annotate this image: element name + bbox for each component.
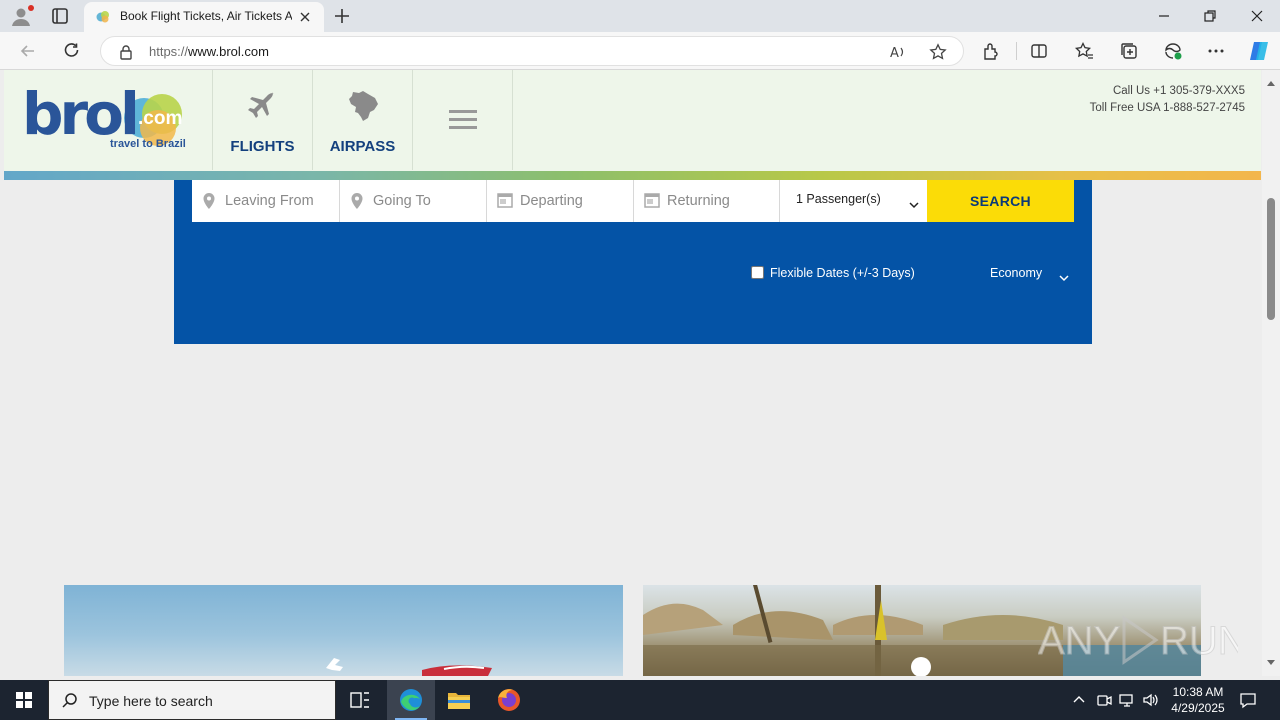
lock-icon[interactable] bbox=[119, 44, 133, 60]
browser-essentials-icon[interactable] bbox=[1163, 41, 1183, 61]
passengers-select[interactable]: 1 Passenger(s) bbox=[780, 180, 927, 222]
plane-icon bbox=[246, 88, 280, 127]
search-icon bbox=[61, 692, 79, 715]
extensions-icon[interactable] bbox=[981, 41, 1001, 61]
new-tab-icon[interactable] bbox=[332, 6, 352, 26]
chevron-down-icon[interactable] bbox=[1058, 269, 1070, 287]
restore-icon[interactable] bbox=[1200, 6, 1220, 26]
departing-date-input[interactable]: Departing bbox=[487, 180, 634, 222]
meet-now-icon[interactable] bbox=[1095, 691, 1113, 709]
map-pin-icon bbox=[350, 192, 364, 215]
scroll-up-arrow-icon[interactable] bbox=[1266, 74, 1276, 92]
collections-icon[interactable] bbox=[1119, 41, 1139, 61]
watermark-logo: ANY RUN bbox=[1038, 610, 1247, 670]
browser-tab-bar: Book Flight Tickets, Air Tickets Ai bbox=[0, 0, 1280, 32]
header-color-stripe bbox=[4, 171, 1261, 180]
notification-icon[interactable] bbox=[1238, 690, 1258, 710]
profile-icon[interactable] bbox=[10, 5, 34, 27]
favorites-icon[interactable] bbox=[1074, 41, 1094, 61]
more-options-icon[interactable] bbox=[1206, 41, 1226, 61]
nav-flights[interactable]: FLIGHTS bbox=[212, 70, 312, 170]
brol-favicon-icon bbox=[96, 10, 110, 24]
file-explorer-icon[interactable] bbox=[435, 680, 483, 720]
promo-card-airplane[interactable] bbox=[64, 585, 623, 676]
contact-info: Call Us +1 305-379-XXX5 Toll Free USA 1-… bbox=[1090, 83, 1245, 117]
network-icon[interactable] bbox=[1118, 691, 1136, 709]
site-header: brol .com travel to Brazil FLIGHTS AIRPA… bbox=[4, 70, 1261, 171]
calendar-icon bbox=[497, 192, 513, 213]
task-view-icon[interactable] bbox=[336, 680, 384, 720]
nav-menu[interactable] bbox=[412, 70, 513, 170]
brazil-map-icon bbox=[345, 88, 381, 129]
flight-search-panel: Leaving From Going To Departing Returnin… bbox=[174, 180, 1092, 344]
chevron-down-icon bbox=[909, 196, 919, 214]
chevron-up-icon[interactable] bbox=[1070, 691, 1088, 709]
minimize-icon[interactable] bbox=[1154, 6, 1174, 26]
returning-date-input[interactable]: Returning bbox=[634, 180, 780, 222]
search-button[interactable]: SEARCH bbox=[927, 180, 1074, 222]
active-tab[interactable]: Book Flight Tickets, Air Tickets Ai bbox=[84, 2, 324, 32]
tab-actions-icon[interactable] bbox=[50, 6, 70, 26]
firefox-icon[interactable] bbox=[485, 680, 533, 720]
svg-text:RUN: RUN bbox=[1160, 619, 1238, 663]
going-to-input[interactable]: Going To bbox=[340, 180, 487, 222]
address-bar[interactable]: https://www.brol.com A bbox=[100, 36, 964, 66]
url-text[interactable]: https://www.brol.com bbox=[149, 44, 269, 59]
nav-airpass[interactable]: AIRPASS bbox=[312, 70, 412, 170]
favorite-star-icon[interactable] bbox=[929, 43, 947, 61]
leaving-from-input[interactable]: Leaving From bbox=[192, 180, 340, 222]
toll-free-text: Toll Free USA 1-888-527-2745 bbox=[1089, 102, 1245, 114]
brol-logo[interactable]: brol .com travel to Brazil bbox=[22, 80, 194, 158]
volume-icon[interactable] bbox=[1141, 691, 1159, 709]
close-window-icon[interactable] bbox=[1247, 6, 1267, 26]
cabin-class-select[interactable]: Economy bbox=[990, 266, 1042, 280]
toolbar-divider bbox=[1016, 42, 1017, 60]
split-screen-icon[interactable] bbox=[1029, 41, 1049, 61]
call-us-text: Call Us +1 305-379-XXX5 bbox=[1112, 85, 1245, 97]
taskbar-search-box[interactable]: Type here to search bbox=[48, 680, 336, 720]
hamburger-menu-icon bbox=[448, 108, 477, 137]
read-aloud-icon[interactable]: A bbox=[889, 43, 907, 61]
svg-text:A: A bbox=[890, 46, 899, 61]
flexible-dates-label[interactable]: Flexible Dates (+/-3 Days) bbox=[770, 266, 915, 280]
tab-title: Book Flight Tickets, Air Tickets Ai bbox=[120, 9, 292, 23]
map-pin-icon bbox=[202, 192, 216, 215]
clock-date: 4/29/2025 bbox=[1171, 701, 1225, 715]
scroll-down-arrow-icon[interactable] bbox=[1266, 654, 1276, 672]
windows-taskbar: Type here to search 10:38 AM 4/29/2025 bbox=[0, 680, 1280, 720]
svg-text:ANY: ANY bbox=[1038, 619, 1120, 663]
refresh-icon[interactable] bbox=[62, 41, 82, 61]
copilot-icon[interactable] bbox=[1247, 39, 1271, 63]
calendar-icon bbox=[644, 192, 660, 213]
scrollbar-thumb[interactable] bbox=[1267, 198, 1275, 320]
close-tab-icon[interactable] bbox=[298, 10, 312, 24]
edge-taskbar-icon[interactable] bbox=[387, 680, 435, 720]
browser-toolbar: https://www.brol.com A bbox=[0, 32, 1280, 70]
clock-time: 10:38 AM bbox=[1172, 685, 1224, 699]
windows-start-icon[interactable] bbox=[0, 680, 48, 720]
system-clock[interactable]: 10:38 AM 4/29/2025 bbox=[1160, 684, 1236, 716]
back-arrow-icon[interactable] bbox=[18, 41, 38, 61]
flexible-dates-checkbox[interactable] bbox=[751, 266, 764, 279]
page-scrollbar[interactable] bbox=[1262, 70, 1280, 676]
page-viewport: brol .com travel to Brazil FLIGHTS AIRPA… bbox=[0, 70, 1262, 676]
